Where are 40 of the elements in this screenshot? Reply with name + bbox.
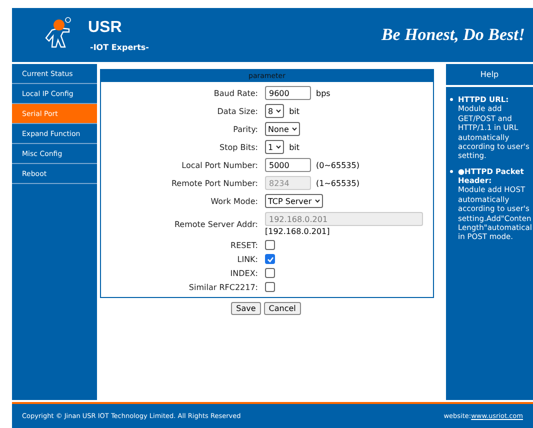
caret-icon <box>276 145 282 149</box>
field-label: Stop Bits: <box>218 142 258 152</box>
field-label: Data Size: <box>216 106 258 116</box>
checkbox[interactable] <box>265 254 275 264</box>
form-button[interactable]: Cancel <box>264 302 301 315</box>
unit-label: bit <box>289 142 300 152</box>
field-label: LINK: <box>236 254 258 264</box>
checkbox[interactable] <box>265 268 275 278</box>
form-button[interactable]: Save <box>231 302 261 315</box>
unit-label: bps <box>316 88 330 98</box>
field-label: Work Mode: <box>210 196 258 206</box>
text-field[interactable]: 5000 <box>265 158 311 172</box>
text-field[interactable]: 9600 <box>265 86 311 100</box>
checkbox[interactable] <box>265 282 275 292</box>
unit-label: (1~65535) <box>316 178 360 188</box>
field-label: Remote Server Addr: <box>173 220 258 228</box>
caret-icon <box>292 127 297 131</box>
help-title: Help <box>480 70 499 79</box>
field-label: Baud Rate: <box>212 88 258 98</box>
tagline: -IOT Experts- <box>90 42 149 52</box>
field-label: Similar RFC2217: <box>188 282 258 292</box>
field-label: Local Port Number: <box>180 160 258 170</box>
field-label: INDEX: <box>229 268 258 278</box>
dropdown[interactable]: 8 <box>265 104 284 118</box>
bullet-icon <box>450 170 453 173</box>
dropdown[interactable]: None <box>265 122 300 136</box>
brand-name: USR <box>88 18 123 36</box>
checkbox[interactable] <box>265 240 275 250</box>
field-label: Parity: <box>232 124 258 134</box>
unit-label: (0~65535) <box>316 160 360 170</box>
field-label: RESET: <box>230 240 258 250</box>
dropdown[interactable]: 1 <box>265 140 284 154</box>
address-note: [192.168.0.201] <box>265 227 331 236</box>
bullet-icon <box>450 98 453 101</box>
motto: Be Honest, Do Best! <box>381 25 525 45</box>
caret-icon <box>276 109 282 113</box>
field-label: Remote Port Number: <box>170 178 258 188</box>
caret-icon <box>314 199 320 203</box>
dropdown[interactable]: TCP Server <box>265 194 323 208</box>
unit-label: bit <box>289 106 300 116</box>
